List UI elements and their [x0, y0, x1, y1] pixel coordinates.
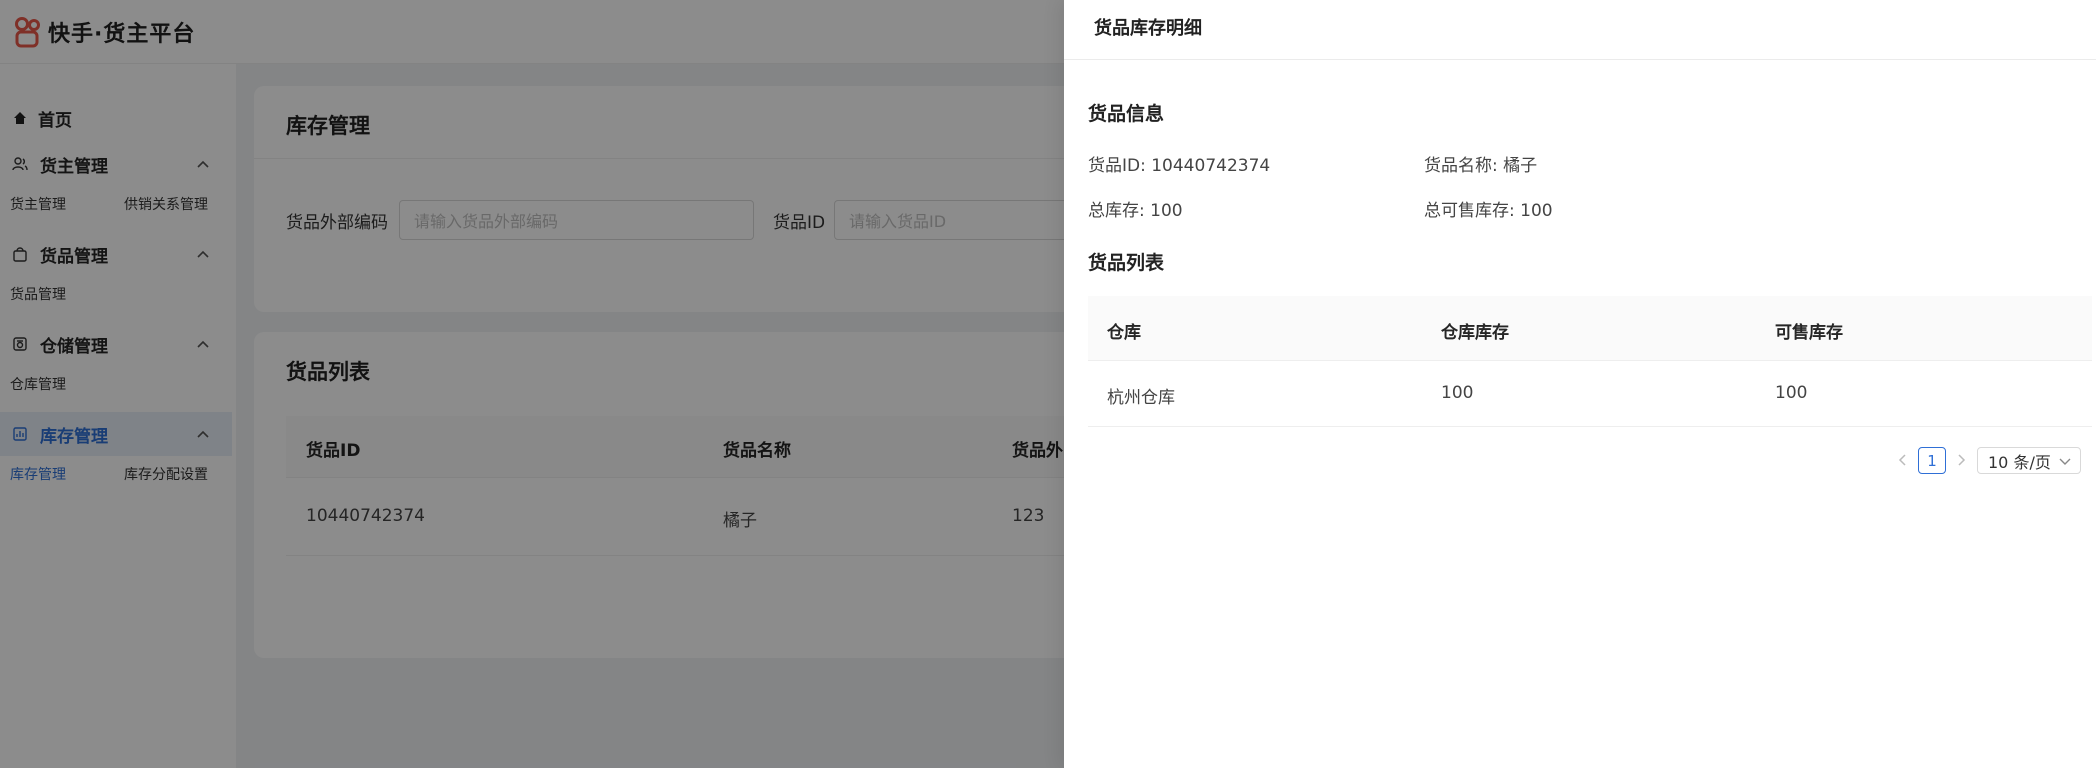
page-size-select[interactable]: 10 条/页 [1977, 447, 2081, 474]
goods-id-value: 货品ID: 10440742374 [1088, 156, 1271, 176]
column-header: 可售库存 [1775, 323, 1843, 343]
next-page-icon[interactable] [1954, 452, 1968, 468]
table-header: 仓库 仓库库存 可售库存 [1088, 296, 2092, 361]
total-stock-value: 总库存: 100 [1088, 201, 1183, 221]
table-cell: 杭州仓库 [1107, 388, 1175, 408]
drawer-title: 货品库存明细 [1094, 18, 1202, 39]
page-number-button[interactable]: 1 [1918, 447, 1946, 474]
total-sellable-value: 总可售库存: 100 [1424, 201, 1553, 221]
prev-page-icon[interactable] [1896, 452, 1910, 468]
goods-name-value: 货品名称: 橘子 [1424, 156, 1538, 176]
column-header: 仓库库存 [1441, 323, 1509, 343]
table-cell: 100 [1775, 383, 1808, 403]
table-row[interactable]: 杭州仓库 100 100 [1088, 361, 2092, 427]
page-size-value: 10 条/页 [1988, 452, 2051, 472]
goods-info-heading: 货品信息 [1088, 103, 1165, 125]
column-header: 仓库 [1107, 323, 1141, 343]
table-cell: 100 [1441, 383, 1474, 403]
goods-list-heading: 货品列表 [1088, 252, 1165, 274]
divider [1064, 59, 2096, 60]
inventory-detail-drawer: 货品库存明细 货品信息 货品ID: 10440742374 货品名称: 橘子 总… [1064, 0, 2096, 768]
chevron-down-icon [2059, 458, 2071, 465]
